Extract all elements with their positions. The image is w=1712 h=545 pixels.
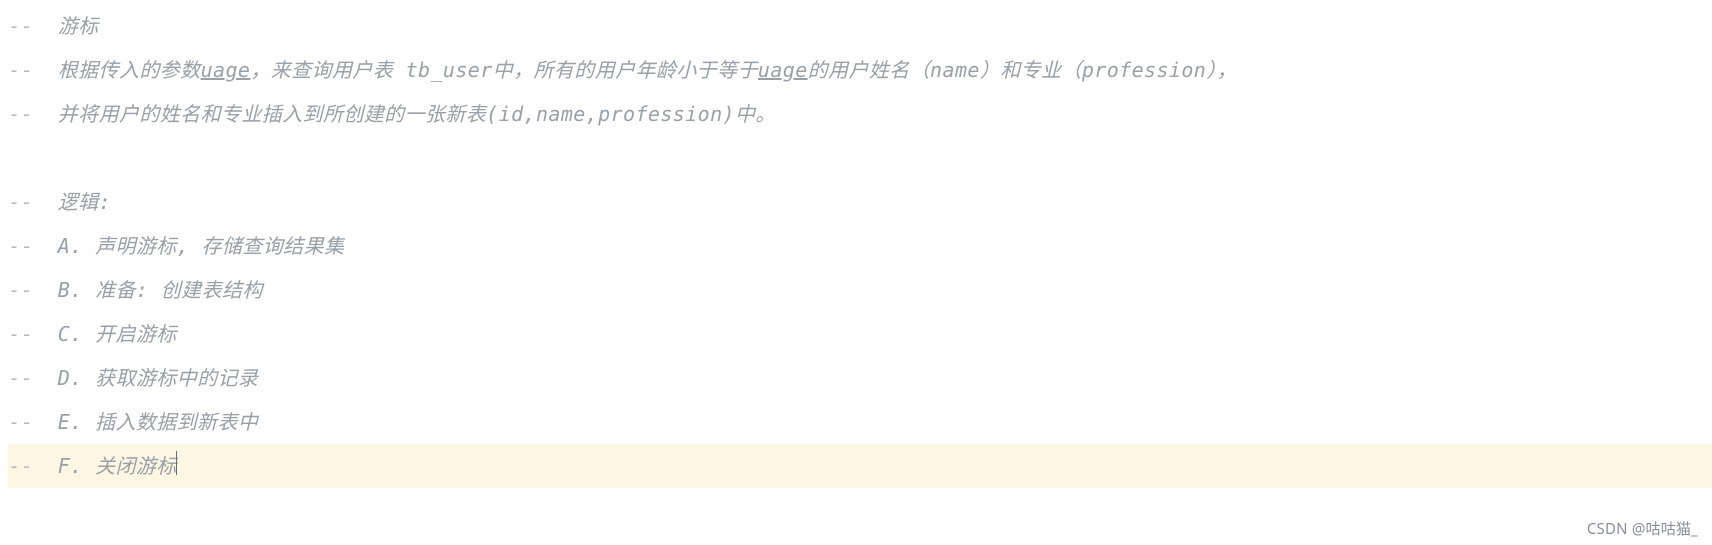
comment-prefix: -- (8, 14, 33, 38)
code-line: -- 逻辑: (8, 180, 1712, 224)
text-cursor (176, 451, 177, 475)
code-line: -- A. 声明游标, 存储查询结果集 (8, 224, 1712, 268)
code-block: -- 游标 -- 根据传入的参数uage，来查询用户表 tb_user中，所有的… (0, 0, 1712, 488)
empty-line (8, 136, 1712, 180)
comment-text: D. 获取游标中的记录 (58, 366, 259, 390)
code-line: -- C. 开启游标 (8, 312, 1712, 356)
comment-prefix: -- (8, 190, 33, 214)
code-line: -- 游标 (8, 4, 1712, 48)
code-line: -- E. 插入数据到新表中 (8, 400, 1712, 444)
comment-prefix: -- (8, 234, 33, 258)
comment-prefix: -- (8, 278, 33, 302)
code-line-active[interactable]: -- F. 关闭游标 (8, 444, 1712, 488)
comment-text: E. 插入数据到新表中 (58, 410, 259, 434)
comment-text: A. 声明游标, 存储查询结果集 (58, 234, 345, 258)
comment-text: F. 关闭游标 (58, 454, 177, 478)
comment-text: 根据传入的参数uage，来查询用户表 tb_user中，所有的用户年龄小于等于u… (58, 58, 1237, 82)
comment-prefix: -- (8, 322, 33, 346)
comment-text: 游标 (58, 14, 99, 38)
comment-text: B. 准备: 创建表结构 (58, 278, 263, 302)
comment-prefix: -- (8, 58, 33, 82)
code-line: -- 根据传入的参数uage，来查询用户表 tb_user中，所有的用户年龄小于… (8, 48, 1712, 92)
code-line: -- B. 准备: 创建表结构 (8, 268, 1712, 312)
comment-text: 逻辑: (58, 190, 111, 214)
code-line: -- 并将用户的姓名和专业插入到所创建的一张新表(id,name,profess… (8, 92, 1712, 136)
code-line: -- D. 获取游标中的记录 (8, 356, 1712, 400)
comment-prefix: -- (8, 102, 33, 126)
watermark-label: CSDN @咕咕猫_ (1587, 518, 1698, 539)
comment-prefix: -- (8, 410, 33, 434)
comment-prefix: -- (8, 366, 33, 390)
comment-text: C. 开启游标 (58, 322, 177, 346)
comment-prefix: -- (8, 454, 33, 478)
comment-text: 并将用户的姓名和专业插入到所创建的一张新表(id,name,profession… (58, 102, 776, 126)
